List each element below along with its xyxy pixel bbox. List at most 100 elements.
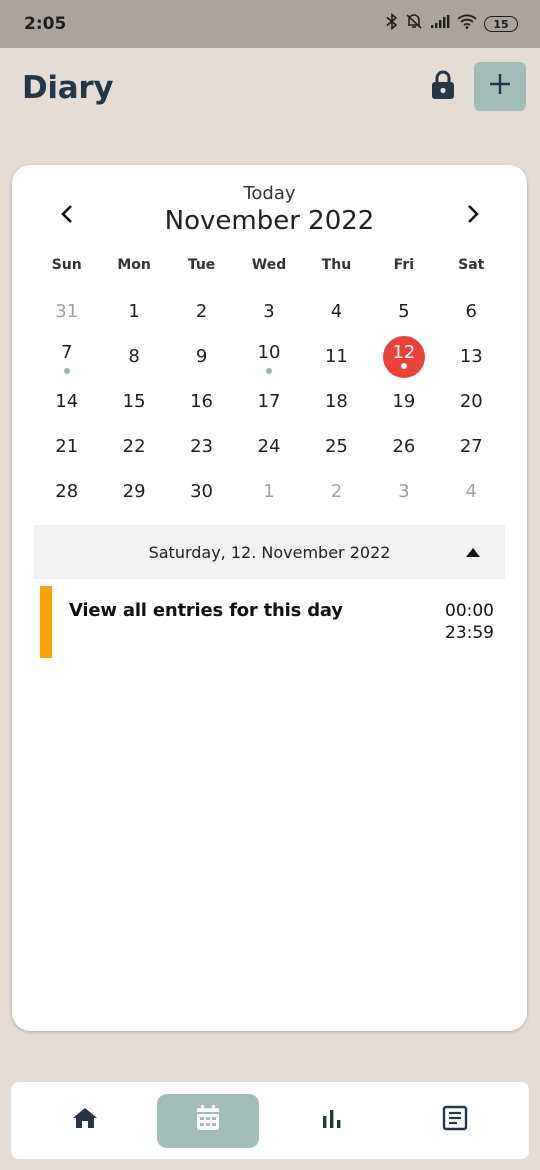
nav-home[interactable]: [34, 1094, 136, 1148]
day-number: 16: [190, 391, 214, 412]
calendar-day-selected[interactable]: 12: [370, 334, 437, 379]
calendar-day[interactable]: 7: [33, 334, 100, 379]
weekday-label: Sun: [51, 257, 82, 273]
day-number: 22: [122, 436, 146, 457]
calendar-day[interactable]: 26: [370, 424, 437, 469]
day-number: 6: [465, 301, 477, 322]
day-number: 29: [122, 481, 146, 502]
add-entry-button[interactable]: [474, 62, 526, 111]
status-bar: 2:05 15: [0, 0, 540, 48]
day-number: 2: [195, 301, 208, 322]
calendar-day[interactable]: 9: [168, 334, 235, 379]
selected-day-bubble: 12: [382, 335, 425, 378]
calendar-day[interactable]: 2: [168, 289, 235, 334]
calendar-day[interactable]: 15: [100, 379, 167, 424]
nav-notes[interactable]: [404, 1094, 506, 1148]
next-month-button[interactable]: [458, 201, 488, 231]
day-number: 15: [122, 391, 146, 412]
calendar-days-grid: 31 1 2 3 4 5 6 7 8 9 10 11 12 13 14 15 16 17 18 19 20 21 22 23 2…: [33, 289, 505, 514]
calendar-header: Today November 2022: [12, 183, 527, 236]
day-number: 17: [257, 391, 281, 412]
entry-dot-indicator: [265, 368, 272, 374]
calendar-day[interactable]: 31: [33, 289, 100, 334]
bar-chart-icon: [321, 1107, 343, 1134]
calendar-day[interactable]: 8: [100, 334, 167, 379]
calendar-day[interactable]: 20: [438, 379, 505, 424]
entry-title: View all entries for this day: [69, 600, 343, 621]
page-title: Diary: [22, 70, 114, 106]
calendar-day[interactable]: 14: [33, 379, 100, 424]
previous-month-button[interactable]: [52, 201, 82, 231]
day-number: 3: [263, 301, 275, 322]
day-number: 28: [55, 481, 79, 502]
calendar-day[interactable]: 19: [370, 379, 437, 424]
collapse-icon[interactable]: [465, 544, 481, 560]
day-number: 10: [257, 342, 281, 363]
weekday-label: Tue: [187, 257, 216, 273]
calendar-day[interactable]: 23: [168, 424, 235, 469]
calendar-day[interactable]: 21: [33, 424, 100, 469]
day-number: 8: [128, 346, 140, 367]
calendar-day[interactable]: 4: [438, 469, 505, 514]
day-number: 1: [263, 481, 275, 502]
calendar-icon: [195, 1104, 221, 1137]
weekday-label: Thu: [321, 257, 352, 273]
status-icons: 15: [386, 12, 518, 35]
entry-times: 00:00 23:59: [445, 600, 494, 644]
calendar-day[interactable]: 4: [303, 289, 370, 334]
calendar-card: Today November 2022 Sun Mon Tue Wed Thu …: [12, 165, 527, 1031]
entry-start-time: 00:00: [445, 601, 494, 621]
weekday-header: Sun Mon Tue Wed Thu Fri Sat: [33, 257, 505, 273]
today-link[interactable]: Today: [12, 183, 527, 204]
day-number: 9: [195, 346, 208, 367]
lock-button[interactable]: [426, 68, 460, 106]
calendar-day[interactable]: 17: [235, 379, 302, 424]
day-number: 18: [324, 391, 348, 412]
calendar-day[interactable]: 11: [303, 334, 370, 379]
selected-date-bar[interactable]: Saturday, 12. November 2022: [34, 525, 505, 579]
chevron-right-icon: [466, 204, 480, 229]
calendar-day[interactable]: 3: [370, 469, 437, 514]
bottom-navigation: [11, 1082, 529, 1159]
day-number: 12: [392, 341, 416, 363]
day-number: 24: [257, 436, 281, 457]
calendar-day[interactable]: 13: [438, 334, 505, 379]
calendar-day[interactable]: 6: [438, 289, 505, 334]
calendar-day[interactable]: 22: [100, 424, 167, 469]
day-number: 30: [190, 481, 214, 502]
nav-statistics[interactable]: [281, 1094, 383, 1148]
calendar-day[interactable]: 30: [168, 469, 235, 514]
calendar-day[interactable]: 28: [33, 469, 100, 514]
nav-calendar[interactable]: [157, 1093, 260, 1148]
calendar-day[interactable]: 16: [168, 379, 235, 424]
calendar-day[interactable]: 5: [370, 289, 437, 334]
day-number: 21: [55, 436, 79, 457]
calendar-day[interactable]: 25: [303, 424, 370, 469]
calendar-day[interactable]: 1: [235, 469, 302, 514]
entry-dot-indicator: [63, 368, 70, 374]
calendar-day[interactable]: 1: [100, 289, 167, 334]
calendar-day[interactable]: 3: [235, 289, 302, 334]
weekday-label: Mon: [117, 257, 151, 273]
home-icon: [72, 1106, 98, 1135]
chevron-left-icon: [60, 204, 74, 229]
day-number: 19: [392, 391, 416, 412]
calendar-day[interactable]: 27: [438, 424, 505, 469]
calendar-day[interactable]: 18: [303, 379, 370, 424]
notes-icon: [442, 1105, 468, 1136]
day-number: 5: [398, 301, 410, 322]
bluetooth-icon: [386, 12, 398, 35]
calendar-day[interactable]: 24: [235, 424, 302, 469]
day-number: 27: [459, 436, 483, 457]
day-number: 31: [55, 301, 79, 322]
day-entry-item[interactable]: View all entries for this day 00:00 23:5…: [40, 586, 500, 658]
calendar-day[interactable]: 29: [100, 469, 167, 514]
calendar-day[interactable]: 2: [303, 469, 370, 514]
day-number: 1: [128, 301, 140, 322]
battery-icon: 15: [484, 16, 518, 32]
wifi-icon: [457, 14, 477, 34]
month-label: November 2022: [164, 206, 375, 236]
mute-icon: [405, 13, 423, 35]
entry-color-bar: [40, 586, 52, 658]
calendar-day[interactable]: 10: [235, 334, 302, 379]
